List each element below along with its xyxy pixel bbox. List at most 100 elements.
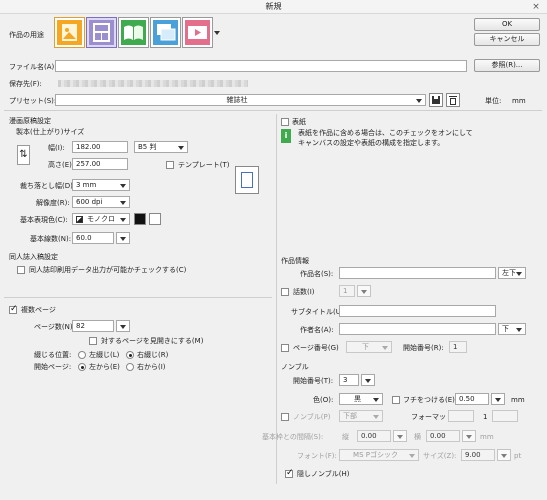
episode-dropdown[interactable] — [357, 285, 371, 297]
template-label: テンプレート(T) — [178, 161, 230, 169]
info-icon: i — [281, 129, 291, 143]
save-preset-icon[interactable] — [429, 93, 443, 107]
usage-animation-cel-button[interactable] — [150, 17, 181, 48]
gap-unit: mm — [480, 433, 494, 441]
orientation-toggle-icon[interactable]: ⇅ — [17, 145, 30, 165]
nombre-start-input[interactable]: 3 — [339, 374, 359, 386]
spread-checkbox[interactable] — [89, 337, 97, 345]
usage-animation-button[interactable] — [182, 17, 213, 48]
font-size-input[interactable]: 9.00 — [461, 449, 495, 461]
close-icon[interactable]: × — [531, 0, 541, 14]
paper-size-dropdown[interactable]: B5 判 — [134, 141, 188, 153]
doujin-check-checkbox[interactable] — [17, 266, 25, 274]
nombre-border-input[interactable]: 0.50 — [455, 393, 489, 405]
usage-label: 作品の用途 — [9, 31, 44, 39]
bleed-dropdown[interactable]: 3 mm — [72, 179, 130, 191]
work-title-position-dropdown[interactable]: 左下 — [498, 267, 526, 279]
nombre-border-checkbox[interactable] — [392, 396, 400, 404]
hidden-nombre-label: 隠しノンブル(H) — [297, 470, 350, 478]
binding-right-radio[interactable] — [126, 351, 134, 359]
delete-preset-icon[interactable] — [446, 93, 460, 107]
episode-input[interactable]: 1 — [339, 285, 355, 297]
format-suffix-input[interactable] — [492, 410, 518, 422]
subtitle-input[interactable] — [339, 305, 496, 317]
usage-illustration-button[interactable] — [54, 17, 85, 48]
gap-vertical-dropdown[interactable] — [393, 430, 407, 442]
comic-icon — [89, 20, 114, 45]
screen-lines-dropdown[interactable] — [116, 232, 130, 244]
nombre-position-label: ノンブル(P) — [293, 413, 331, 421]
font-size-label: サイズ(Z): — [423, 452, 457, 460]
page-number-checkbox[interactable] — [281, 344, 289, 352]
preset-label: プリセット(S): — [9, 97, 57, 105]
gap-label: 基本枠との間隔(S): — [262, 433, 324, 441]
book-icon — [121, 20, 146, 45]
gap-vertical-label: 縦 — [342, 433, 349, 441]
usage-comic-button[interactable] — [86, 17, 117, 48]
binding-left-radio[interactable] — [78, 351, 86, 359]
subtitle-label: サブタイトル(U): — [291, 308, 346, 316]
cover-info-line1: 表紙を作品に含める場合は、このチェックをオンにして — [298, 129, 473, 137]
height-input[interactable]: 257.00 — [72, 158, 128, 170]
color-mode-label: 基本表現色(C): — [20, 216, 68, 224]
page-number-position-dropdown[interactable]: 下 — [346, 341, 392, 353]
white-swatch[interactable] — [149, 213, 161, 225]
black-swatch[interactable] — [134, 213, 146, 225]
page-count-input[interactable]: 82 — [72, 320, 114, 332]
window-title: 新規 — [265, 2, 282, 11]
nombre-start-dropdown[interactable] — [361, 374, 375, 386]
doujin-section-title: 同人誌入稿設定 — [9, 253, 58, 261]
file-name-input[interactable] — [55, 60, 467, 72]
page-count-dropdown[interactable] — [116, 320, 130, 332]
screen-lines-input[interactable]: 60.0 — [72, 232, 114, 244]
nombre-start-label: 開始番号(T): — [293, 377, 334, 385]
work-title-input[interactable] — [339, 267, 496, 279]
column-divider — [276, 114, 277, 484]
illustration-icon — [57, 20, 82, 45]
gap-vertical-input[interactable]: 0.00 — [357, 430, 391, 442]
nombre-position-checkbox[interactable] — [281, 413, 289, 421]
width-input[interactable]: 182.00 — [72, 141, 128, 153]
start-number-label: 開始番号(R): — [403, 344, 444, 352]
start-number-input[interactable]: 1 — [449, 341, 467, 353]
color-mode-value: モノクロ — [87, 215, 115, 223]
usage-book-button[interactable] — [118, 17, 149, 48]
browse-button[interactable]: 参照(R)... — [474, 59, 540, 72]
start-left-radio[interactable] — [78, 363, 86, 371]
gap-horizontal-dropdown[interactable] — [462, 430, 476, 442]
page-count-label: ページ数(N): — [34, 323, 75, 331]
work-title-label: 作品名(S): — [300, 270, 334, 278]
template-checkbox[interactable] — [166, 161, 174, 169]
episode-checkbox[interactable] — [281, 288, 289, 296]
preset-dropdown[interactable]: 雑誌社 — [55, 94, 426, 106]
author-input[interactable] — [339, 323, 496, 335]
multi-page-label: 複数ページ — [21, 306, 56, 314]
nombre-border-dropdown[interactable] — [491, 393, 505, 405]
usage-more-chevron-icon[interactable] — [214, 31, 220, 35]
doujin-check-label: 同人誌印刷用データ出力が可能かチェックする(C) — [29, 266, 187, 274]
hidden-nombre-checkbox[interactable] — [285, 468, 294, 478]
color-mode-dropdown[interactable]: モノクロ — [72, 213, 130, 225]
ok-button[interactable]: OK — [474, 18, 540, 31]
gap-horizontal-input[interactable]: 0.00 — [426, 430, 460, 442]
binding-label: 綴じる位置: — [34, 351, 72, 359]
nombre-position-dropdown[interactable]: 下部 — [339, 410, 383, 422]
resolution-dropdown[interactable]: 600 dpi — [72, 196, 130, 208]
unit-value: mm — [512, 97, 526, 105]
nombre-border-unit: mm — [511, 396, 525, 404]
author-label: 作者名(A): — [300, 326, 334, 334]
cancel-button[interactable]: キャンセル — [474, 33, 540, 46]
cover-info-line2: キャンバスの設定や表紙の構成を指定します。 — [298, 139, 445, 147]
cover-checkbox[interactable] — [281, 118, 289, 126]
nombre-color-dropdown[interactable]: 黒 — [339, 393, 383, 405]
format-prefix-input[interactable] — [448, 410, 474, 422]
font-dropdown[interactable]: MS Pゴシック — [339, 449, 419, 461]
spread-label: 対するページを見開きにする(M) — [101, 337, 204, 345]
start-right-radio[interactable] — [126, 363, 134, 371]
author-position-dropdown[interactable]: 下 — [498, 323, 526, 335]
nombre-border-label: フチをつける(E) — [403, 396, 455, 404]
multi-page-checkbox[interactable] — [9, 304, 18, 314]
animation-play-icon — [185, 20, 210, 45]
start-left-label: 左から(E) — [89, 363, 120, 371]
font-size-dropdown[interactable] — [497, 449, 511, 461]
